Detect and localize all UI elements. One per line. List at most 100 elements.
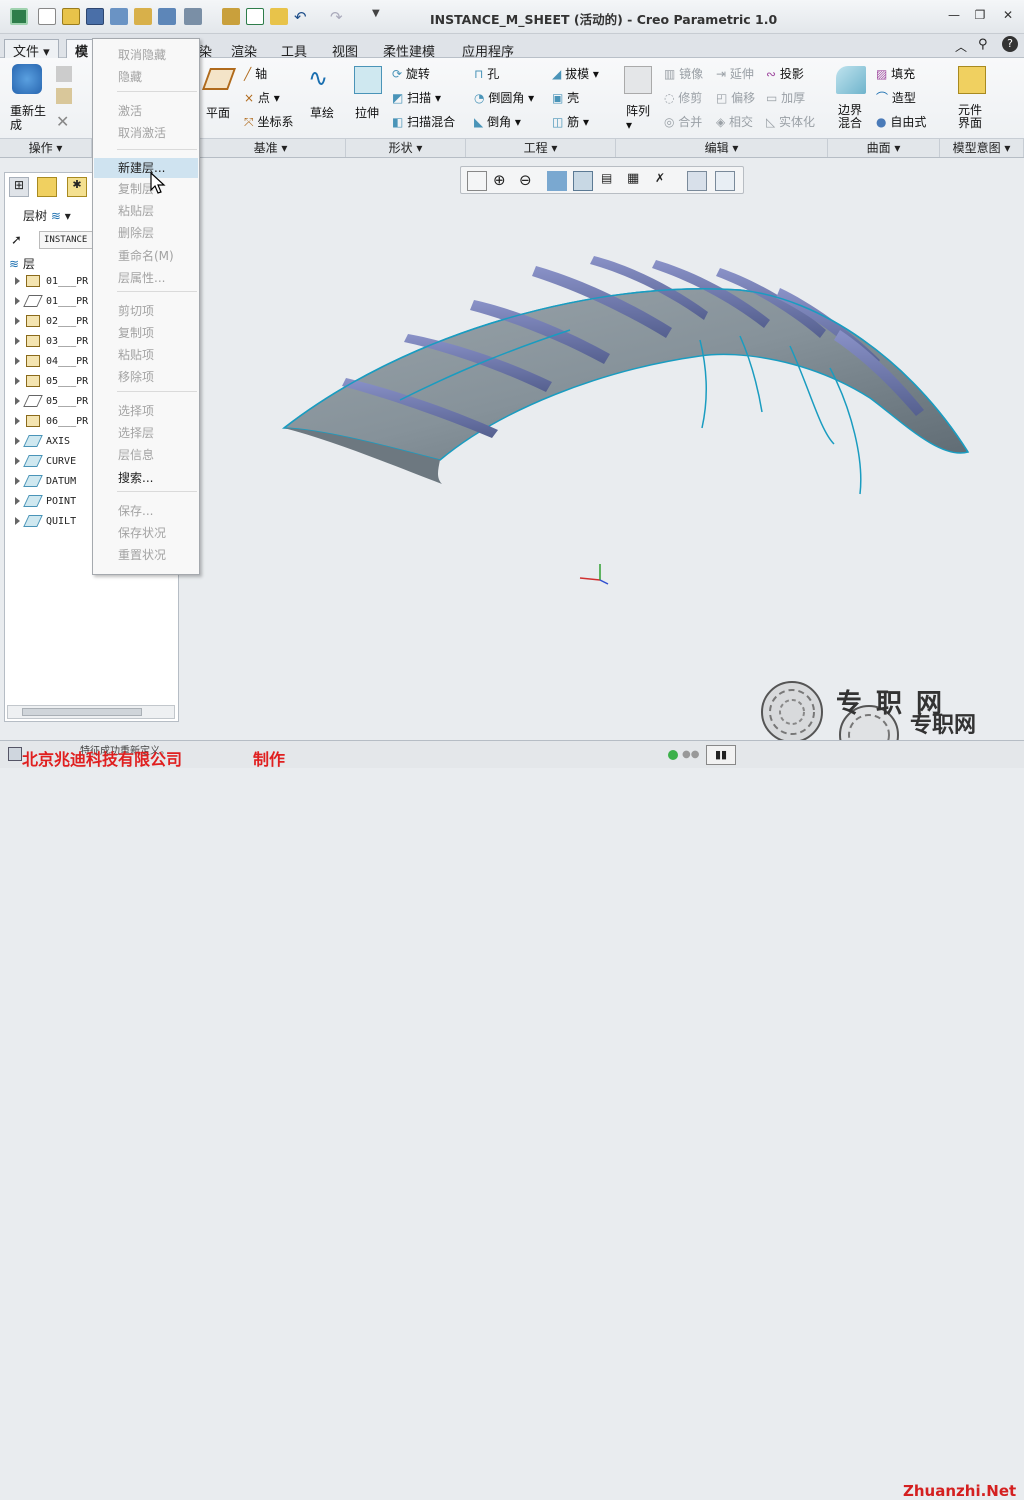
extrude-button[interactable]: 拉伸: [355, 104, 379, 121]
check-icon[interactable]: [246, 8, 264, 25]
expand-arrow-icon[interactable]: [15, 357, 20, 365]
repaint-icon[interactable]: [547, 171, 567, 191]
round-button[interactable]: ◔ 倒圆角 ▾: [474, 89, 534, 106]
horizontal-scrollbar[interactable]: [7, 705, 175, 719]
menu-hide[interactable]: 隐藏: [94, 67, 198, 87]
folder-browser-tab-icon[interactable]: [37, 177, 57, 197]
expand-arrow-icon[interactable]: [15, 517, 20, 525]
expand-arrow-icon[interactable]: [15, 417, 20, 425]
menu-search[interactable]: 搜索...: [94, 468, 198, 488]
tree-item-layer-01-pr-b[interactable]: 01___PR: [15, 293, 88, 311]
tree-item-layer-datum[interactable]: DATUM: [15, 473, 76, 491]
smart-filter-icon[interactable]: ▮▮: [706, 745, 736, 765]
redo-icon[interactable]: ↷: [330, 8, 348, 26]
collapse-ribbon-icon[interactable]: ︿: [955, 38, 967, 55]
menu-new-layer[interactable]: 新建层...: [94, 158, 198, 178]
tree-item-layer-point[interactable]: POINT: [15, 493, 76, 511]
help-search-icon[interactable]: ⚲: [978, 37, 988, 52]
menu-reset-status[interactable]: 重置状况: [94, 545, 198, 565]
sweep-button[interactable]: ◩ 扫描 ▾: [392, 89, 441, 106]
tree-item-layer-01-pr[interactable]: 01___PR: [15, 273, 88, 291]
sketch-icon[interactable]: ∿: [308, 64, 338, 94]
model-selector-field[interactable]: INSTANCE: [39, 231, 99, 249]
expand-arrow-icon[interactable]: [15, 297, 20, 305]
edit-icon[interactable]: [222, 8, 240, 25]
delete-icon[interactable]: ✕: [56, 112, 72, 131]
help-icon[interactable]: ?: [1002, 36, 1018, 52]
save-icon[interactable]: [86, 8, 104, 25]
chamfer-button[interactable]: ◣ 倒角 ▾: [474, 113, 521, 130]
regenerate-icon[interactable]: [12, 64, 42, 94]
menu-rename[interactable]: 重命名(M): [94, 246, 198, 266]
graphics-viewport[interactable]: [180, 160, 1024, 740]
intersect-button[interactable]: ◈ 相交: [716, 113, 753, 130]
tree-item-layer-04-pr[interactable]: 04___PR: [15, 353, 88, 371]
merge-button[interactable]: ◎ 合并: [664, 113, 702, 130]
new-icon[interactable]: [38, 8, 56, 25]
expand-arrow-icon[interactable]: [15, 397, 20, 405]
paste-icon[interactable]: [56, 88, 72, 104]
tab-view[interactable]: 视图: [323, 39, 367, 60]
folder-icon[interactable]: [270, 8, 288, 25]
menu-save-status[interactable]: 保存状况: [94, 523, 198, 543]
menu-copy-item[interactable]: 复制项: [94, 323, 198, 343]
style-button[interactable]: ⌒ 造型: [876, 89, 916, 106]
refit-icon[interactable]: [467, 171, 487, 191]
tab-render[interactable]: 渲染: [222, 39, 266, 60]
select-arrow-icon[interactable]: ➚: [11, 233, 22, 248]
plane-icon[interactable]: [201, 68, 237, 90]
menu-remove-item[interactable]: 移除项: [94, 367, 198, 387]
saved-views-icon[interactable]: ▤: [601, 171, 621, 191]
display-style-icon[interactable]: [573, 171, 593, 191]
tab-tools[interactable]: 工具: [272, 39, 316, 60]
menu-paste-item[interactable]: 粘贴项: [94, 345, 198, 365]
mirror-button[interactable]: ▥ 镜像: [664, 65, 703, 82]
solidify-button[interactable]: ◺ 实体化: [766, 113, 815, 130]
point-button[interactable]: × 点 ▾: [244, 89, 280, 106]
app-icon[interactable]: [10, 8, 28, 25]
customize-chevron-icon[interactable]: ▼: [372, 8, 390, 25]
datum-display-icon[interactable]: [687, 171, 707, 191]
copy-icon[interactable]: [56, 66, 72, 82]
expand-arrow-icon[interactable]: [15, 377, 20, 385]
extrude-icon[interactable]: [354, 66, 382, 94]
expand-arrow-icon[interactable]: [15, 497, 20, 505]
menu-copy-layer[interactable]: 复制层: [94, 179, 198, 199]
csys-button[interactable]: ⤧ 坐标系: [244, 113, 293, 130]
expand-arrow-icon[interactable]: [15, 277, 20, 285]
group-engineering[interactable]: 工程 ▾: [466, 138, 616, 157]
fill-button[interactable]: ▨ 填充: [876, 65, 915, 82]
expand-arrow-icon[interactable]: [15, 337, 20, 345]
menu-paste-layer[interactable]: 粘贴层: [94, 201, 198, 221]
expand-arrow-icon[interactable]: [15, 317, 20, 325]
tree-item-layer-03-pr[interactable]: 03___PR: [15, 333, 88, 351]
tree-item-layer-quilt[interactable]: QUILT: [15, 513, 76, 531]
revolve-button[interactable]: ⟳ 旋转: [392, 65, 430, 82]
menu-layer-properties[interactable]: 层属性...: [94, 268, 198, 288]
axis-button[interactable]: ╱ 轴: [244, 65, 267, 82]
close-button[interactable]: ✕: [1000, 8, 1016, 22]
tab-flexible-modeling[interactable]: 柔性建模: [374, 39, 444, 60]
trim-button[interactable]: ◌ 修剪: [664, 89, 702, 106]
component-interface-icon[interactable]: [958, 66, 986, 94]
model-tree-tab-icon[interactable]: ⊞: [9, 177, 29, 197]
layer-tree-dropdown[interactable]: 层树 ≋ ▾: [23, 207, 71, 224]
tree-item-layer-06-pr[interactable]: 06___PR: [15, 413, 88, 431]
tree-item-layer-axis[interactable]: AXIS: [15, 433, 70, 451]
group-surfaces[interactable]: 曲面 ▾: [828, 138, 940, 157]
regenerate-button[interactable]: 重新生成: [10, 104, 50, 132]
menu-cut-item[interactable]: 剪切项: [94, 301, 198, 321]
status-panel-icon[interactable]: [8, 747, 22, 761]
menu-activate[interactable]: 激活: [94, 101, 198, 121]
pattern-button[interactable]: 阵列 ▾: [626, 104, 650, 132]
group-model-intent[interactable]: 模型意图 ▾: [940, 138, 1024, 157]
hole-button[interactable]: ⊓ 孔: [474, 65, 499, 82]
close-window-icon[interactable]: [184, 8, 202, 25]
sketch-button[interactable]: 草绘: [310, 104, 334, 121]
menu-save[interactable]: 保存...: [94, 501, 198, 521]
group-editing[interactable]: 编辑 ▾: [616, 138, 828, 157]
undo-icon[interactable]: ↶: [294, 8, 312, 26]
component-interface-button[interactable]: 元件界面: [958, 104, 986, 130]
menu-deactivate[interactable]: 取消激活: [94, 123, 198, 143]
group-datum[interactable]: 基准 ▾: [196, 138, 346, 157]
